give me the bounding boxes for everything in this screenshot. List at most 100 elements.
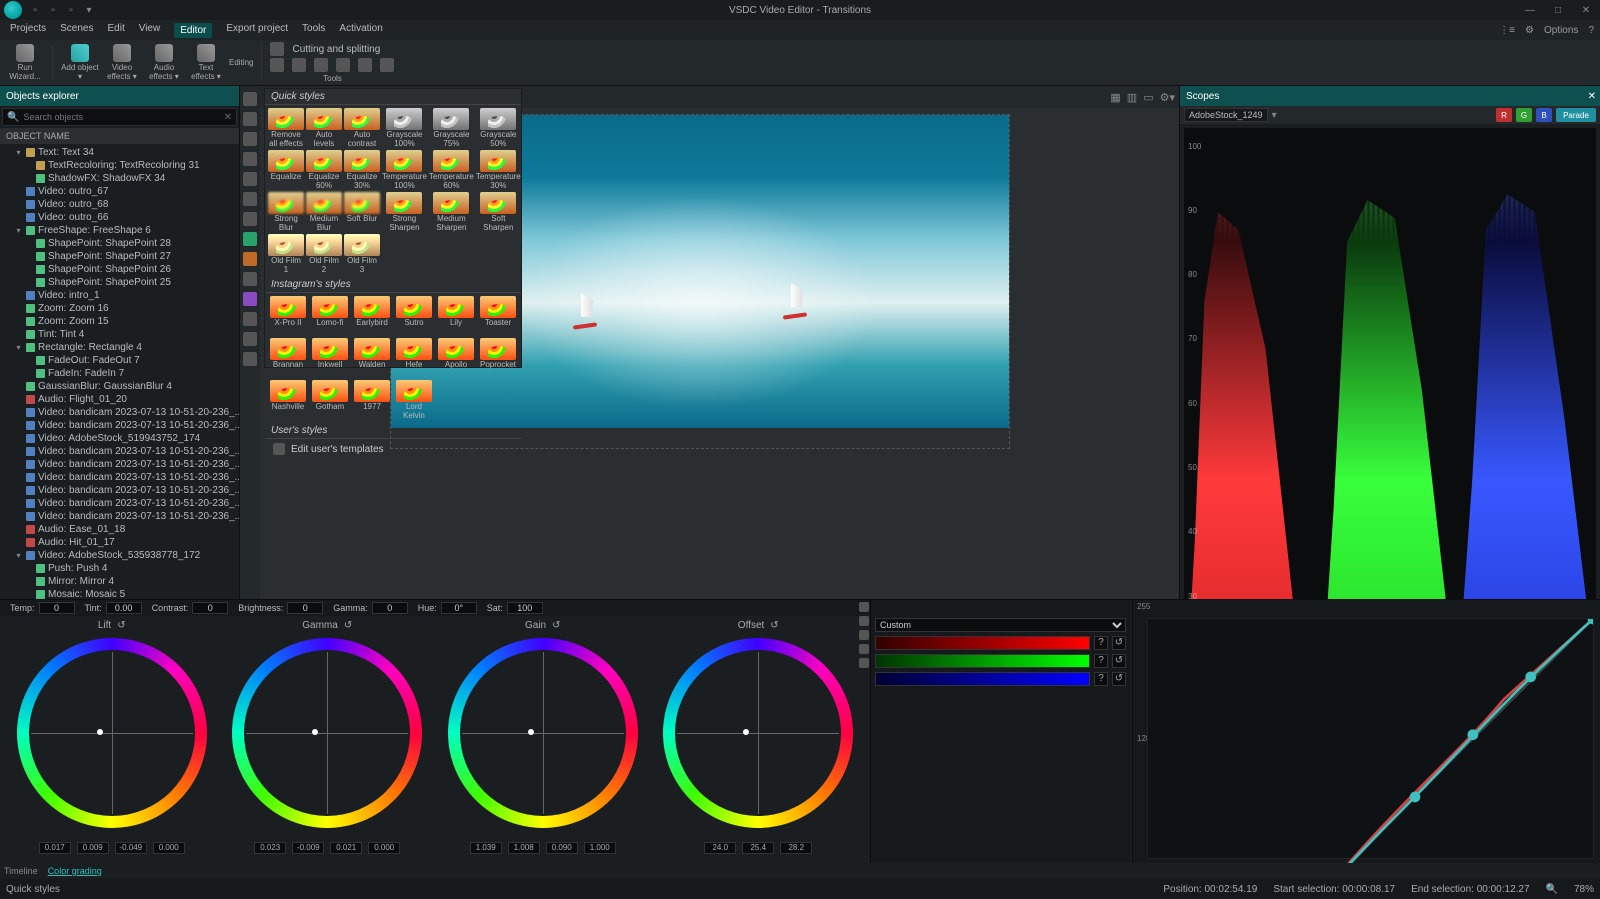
tree-node[interactable]: TextRecoloring: TextRecoloring 31 bbox=[0, 159, 239, 172]
audio-tool-icon[interactable] bbox=[243, 232, 257, 246]
style-preset[interactable]: Soft Sharpen bbox=[476, 192, 521, 232]
close-button[interactable]: ✕ bbox=[1576, 5, 1596, 16]
color-wheel-lift[interactable]: Lift↺0.0170.009-0.0490.000 bbox=[4, 618, 220, 861]
stabilize-icon[interactable] bbox=[380, 58, 394, 72]
sprite-tool-icon[interactable] bbox=[243, 272, 257, 286]
style-preset[interactable]: Grayscale 100% bbox=[382, 108, 427, 148]
qt-new-icon[interactable]: ▫ bbox=[28, 3, 42, 17]
cutting-splitting-button[interactable]: Cutting and splitting bbox=[292, 44, 380, 55]
style-preset[interactable]: Sutro bbox=[394, 296, 434, 336]
reset-icon[interactable]: ↺ bbox=[770, 620, 778, 631]
reset-icon[interactable]: ↺ bbox=[1112, 636, 1126, 650]
style-preset[interactable]: Hefe bbox=[394, 338, 434, 378]
add-object-button[interactable]: Add object ▾ bbox=[61, 42, 99, 84]
param-value[interactable]: 0 bbox=[372, 602, 408, 614]
qt-open-icon[interactable]: ▫ bbox=[46, 3, 60, 17]
style-preset[interactable]: Old Film 1 bbox=[268, 234, 304, 274]
close-icon[interactable]: ✕ bbox=[1588, 91, 1596, 102]
style-preset[interactable]: Temperature 60% bbox=[429, 150, 474, 190]
qt-save-icon[interactable]: ▫ bbox=[64, 3, 78, 17]
style-preset[interactable]: Auto contrast bbox=[344, 108, 380, 148]
style-preset[interactable]: Apollo bbox=[436, 338, 476, 378]
tree-node[interactable]: Video: outro_68 bbox=[0, 198, 239, 211]
hsl-tool-icon[interactable] bbox=[859, 616, 869, 626]
style-preset[interactable]: Brannan bbox=[268, 338, 308, 378]
move-tool-icon[interactable] bbox=[243, 112, 257, 126]
style-preset[interactable]: Nashville bbox=[268, 380, 308, 420]
style-preset[interactable]: Strong Blur bbox=[268, 192, 304, 232]
tree-node[interactable]: ▾Video: AdobeStock_535938778_172 bbox=[0, 549, 239, 562]
hsv-tool-icon[interactable] bbox=[859, 602, 869, 612]
style-preset[interactable]: Grayscale 75% bbox=[429, 108, 474, 148]
style-preset[interactable]: Remove all effects bbox=[268, 108, 304, 148]
wheel-value[interactable]: 24.0 bbox=[704, 842, 736, 854]
style-preset[interactable]: Poprocket bbox=[478, 338, 518, 378]
line-tool-icon[interactable] bbox=[243, 152, 257, 166]
menu-view[interactable]: View bbox=[139, 23, 161, 38]
tab-timeline[interactable]: Timeline bbox=[4, 866, 38, 876]
reset-icon[interactable]: ↺ bbox=[552, 620, 560, 631]
wheel-value[interactable]: 0.023 bbox=[254, 842, 286, 854]
scope-g-button[interactable]: G bbox=[1516, 108, 1532, 122]
tree-node[interactable]: Video: bandicam 2023-07-13 10-51-20-236_… bbox=[0, 471, 239, 484]
tree-node[interactable]: Zoom: Zoom 16 bbox=[0, 302, 239, 315]
style-preset[interactable]: Inkwell bbox=[310, 338, 350, 378]
tree-node[interactable]: GaussianBlur: GaussianBlur 4 bbox=[0, 380, 239, 393]
tree-node[interactable]: Audio: Flight_01_20 bbox=[0, 393, 239, 406]
param-value[interactable]: 0 bbox=[192, 602, 228, 614]
tree-node[interactable]: Audio: Hit_01_17 bbox=[0, 536, 239, 549]
tree-node[interactable]: ShapePoint: ShapePoint 26 bbox=[0, 263, 239, 276]
style-preset[interactable]: Soft Blur bbox=[344, 192, 380, 232]
tree-node[interactable]: Video: outro_66 bbox=[0, 211, 239, 224]
scope-r-button[interactable]: R bbox=[1496, 108, 1512, 122]
chart-tool-icon[interactable] bbox=[243, 212, 257, 226]
menu-projects[interactable]: Projects bbox=[10, 23, 46, 38]
wheel-value[interactable]: 25.4 bbox=[742, 842, 774, 854]
text-effects-button[interactable]: Text effects ▾ bbox=[187, 42, 225, 84]
param-value[interactable]: 0.00 bbox=[106, 602, 142, 614]
pen-tool-icon[interactable] bbox=[243, 172, 257, 186]
wheel-value[interactable]: 0.017 bbox=[39, 842, 71, 854]
text-tool-icon[interactable] bbox=[243, 192, 257, 206]
tree-node[interactable]: Mirror: Mirror 4 bbox=[0, 575, 239, 588]
param-value[interactable]: 100 bbox=[507, 602, 543, 614]
help-icon[interactable]: ? bbox=[1588, 25, 1594, 36]
style-preset[interactable]: Medium Sharpen bbox=[429, 192, 474, 232]
tree-node[interactable]: FadeIn: FadeIn 7 bbox=[0, 367, 239, 380]
reset-icon[interactable]: ↺ bbox=[1112, 672, 1126, 686]
tree-node[interactable]: Video: intro_1 bbox=[0, 289, 239, 302]
style-preset[interactable]: Old Film 2 bbox=[306, 234, 342, 274]
wheel-value[interactable]: 1.008 bbox=[508, 842, 540, 854]
style-preset[interactable]: Lily bbox=[436, 296, 476, 336]
color-wheel-gamma[interactable]: Gamma↺0.023-0.0090.0210.000 bbox=[220, 618, 436, 861]
style-preset[interactable]: X-Pro II bbox=[268, 296, 308, 336]
style-preset[interactable]: Strong Sharpen bbox=[382, 192, 427, 232]
style-preset[interactable]: Earlybird bbox=[352, 296, 392, 336]
param-value[interactable]: 0 bbox=[287, 602, 323, 614]
reverse-icon[interactable] bbox=[358, 58, 372, 72]
style-preset[interactable]: Equalize 30% bbox=[344, 150, 380, 190]
snap-icon[interactable]: ▥ bbox=[1127, 91, 1137, 104]
animation-tool-icon[interactable] bbox=[243, 292, 257, 306]
cursor-tool-icon[interactable] bbox=[243, 92, 257, 106]
tree-node[interactable]: FadeOut: FadeOut 7 bbox=[0, 354, 239, 367]
tree-node[interactable]: ▾FreeShape: FreeShape 6 bbox=[0, 224, 239, 237]
audio-effects-button[interactable]: Audio effects ▾ bbox=[145, 42, 183, 84]
flip-icon[interactable] bbox=[314, 58, 328, 72]
wheel-value[interactable]: 0.009 bbox=[77, 842, 109, 854]
scopes-source-select[interactable]: AdobeStock_1249 bbox=[1184, 108, 1268, 122]
extra-tool-icon[interactable] bbox=[243, 352, 257, 366]
options-link[interactable]: Options bbox=[1544, 25, 1578, 36]
tree-node[interactable]: Video: outro_67 bbox=[0, 185, 239, 198]
tree-node[interactable]: ShadowFX: ShadowFX 34 bbox=[0, 172, 239, 185]
counter-tool-icon[interactable] bbox=[243, 252, 257, 266]
tree-node[interactable]: Zoom: Zoom 15 bbox=[0, 315, 239, 328]
reset-icon[interactable]: ↺ bbox=[117, 620, 125, 631]
tree-node[interactable]: Video: bandicam 2023-07-13 10-51-20-236_… bbox=[0, 445, 239, 458]
quick-styles-button[interactable]: Quick styles bbox=[6, 884, 60, 895]
style-preset[interactable]: Lord Kelvin bbox=[394, 380, 434, 420]
rotate-icon[interactable] bbox=[292, 58, 306, 72]
tree-node[interactable]: Audio: Ease_01_18 bbox=[0, 523, 239, 536]
tree-node[interactable]: Video: AdobeStock_519943752_174 bbox=[0, 432, 239, 445]
clear-icon[interactable]: ✕ bbox=[224, 112, 236, 123]
